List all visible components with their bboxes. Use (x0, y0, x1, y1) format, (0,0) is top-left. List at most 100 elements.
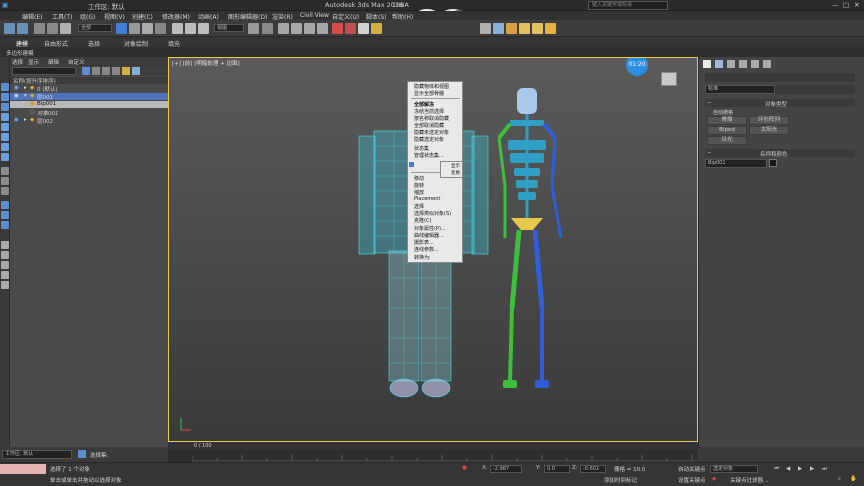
ctx-item[interactable]: 隐藏选定对象 (414, 136, 444, 143)
utilities-tab-icon[interactable] (763, 60, 771, 68)
add-to-layer-icon[interactable] (132, 67, 140, 75)
freeze-icon[interactable] (112, 67, 120, 75)
workspace-selector[interactable]: 工作区: 默认 (88, 1, 125, 11)
spinner-snap-icon[interactable] (317, 23, 328, 34)
modify-tab-icon[interactable] (715, 60, 723, 68)
ctx-item[interactable]: 克隆(C) (414, 217, 431, 224)
explorer-tab-display[interactable]: 显示 (28, 58, 39, 66)
ctx-item[interactable]: 全部解冻 (414, 101, 434, 108)
zoom-icon[interactable]: ⌕ (838, 476, 841, 483)
link-icon[interactable] (34, 23, 45, 34)
display-tool-icon[interactable] (1, 93, 9, 101)
camera-filter-icon[interactable] (1, 143, 9, 151)
explorer-column-header[interactable]: 名称(按升序排序) (10, 77, 168, 85)
expand-icon[interactable]: ▸ (24, 85, 27, 91)
key-filters-button[interactable]: 关键点过滤器... (730, 476, 768, 484)
schematic-view-icon[interactable] (493, 23, 504, 34)
app-logo-icon[interactable]: ▣ (2, 1, 8, 9)
rollout-name-color[interactable]: − 名称和颜色 (705, 149, 855, 158)
ctx-item[interactable]: 冻结当前选择 (414, 108, 444, 115)
select-all-icon[interactable] (1, 201, 9, 209)
biped-button[interactable]: Biped (707, 126, 747, 135)
explorer-find-field[interactable] (12, 67, 76, 75)
tree-row[interactable]: ◉ ▸ ◆ 层002 (10, 117, 168, 125)
set-key-icon[interactable]: ◆ (712, 476, 716, 482)
ctx-item[interactable]: 曲线编辑器... (414, 232, 444, 239)
ctx-item[interactable]: Placement (414, 196, 440, 202)
motion-tab-icon[interactable] (739, 60, 747, 68)
snaps-toggle-icon[interactable] (278, 23, 289, 34)
display-tab-icon[interactable] (751, 60, 759, 68)
rendered-frame-icon[interactable] (532, 23, 543, 34)
explorer-tab-edit[interactable]: 编辑 (48, 58, 59, 66)
create-tab-icon[interactable] (703, 60, 711, 68)
layer-explorer-toggle-icon[interactable] (78, 450, 86, 458)
selection-filter-dropdown[interactable]: 全部 (78, 24, 112, 32)
tree-row[interactable]: ◉ ▸ ◆ 0 (默认) (10, 85, 168, 93)
geometry-filter-icon[interactable] (1, 113, 9, 121)
object-color-swatch[interactable] (769, 159, 777, 167)
play-icon[interactable]: ▶ (798, 466, 802, 472)
ctx-item[interactable]: 移动 (414, 175, 424, 182)
new-layer-icon[interactable] (122, 67, 130, 75)
track-bar[interactable] (168, 450, 698, 462)
bind-space-warp-icon[interactable] (60, 23, 71, 34)
ctx-item[interactable]: 状态集 (414, 145, 429, 152)
ctx-item[interactable]: 隐藏未选定对象 (414, 129, 449, 136)
sort-icon[interactable] (1, 241, 9, 249)
reference-coordinate-dropdown[interactable]: 视图 (214, 24, 244, 32)
frame-counter[interactable]: 0 / 100 (194, 443, 212, 449)
hierarchy-icon[interactable] (1, 261, 9, 269)
light-filter-icon[interactable] (1, 133, 9, 141)
time-slider[interactable]: 0 / 100 (168, 442, 698, 450)
object-category-dropdown[interactable]: 标准 (705, 85, 775, 94)
go-to-start-icon[interactable]: ⏮ (774, 466, 779, 473)
expand-icon[interactable]: ▾ (24, 93, 27, 99)
window-crossing-icon[interactable] (155, 23, 166, 34)
minimize-icon[interactable]: — (832, 1, 839, 9)
workspace-dropdown[interactable]: 工作区: 默认 (2, 450, 72, 459)
pivot-center-icon[interactable] (248, 23, 259, 34)
object-name-field[interactable]: Bip001 (705, 159, 767, 168)
material-editor-icon[interactable] (506, 23, 517, 34)
sunlight-button[interactable]: 太阳光 (749, 126, 789, 135)
ctx-item[interactable]: 旋转 (414, 182, 424, 189)
select-tool-icon[interactable] (1, 83, 9, 91)
pan-icon[interactable]: ✋ (850, 476, 857, 482)
ctx-item[interactable]: 隐藏物体和视图 (414, 83, 449, 90)
render-production-icon[interactable] (545, 23, 556, 34)
maximize-icon[interactable]: □ (843, 1, 849, 9)
ctx-item[interactable]: 全部取消隐藏 (414, 122, 444, 129)
invert-selection-icon[interactable] (1, 221, 9, 229)
select-object-icon[interactable] (116, 23, 127, 34)
ctx-item[interactable]: 选择类似对象(S) (414, 210, 451, 217)
ctx-item[interactable]: 对象属性(P)... (414, 225, 446, 232)
hierarchy-tab-icon[interactable] (727, 60, 735, 68)
y-coordinate-field[interactable]: 0.0 (544, 465, 570, 473)
move-icon[interactable] (172, 23, 183, 34)
scale-icon[interactable] (198, 23, 209, 34)
percent-snap-icon[interactable] (304, 23, 315, 34)
curve-editor-icon[interactable] (480, 23, 491, 34)
ctx-item[interactable]: 显示全部骨骼 (414, 90, 444, 97)
rectangular-region-icon[interactable] (142, 23, 153, 34)
tree-row-selected[interactable]: ◉ ▾ ◆ 层001 (10, 93, 168, 101)
edit-named-selection-icon[interactable] (332, 23, 343, 34)
find-icon[interactable] (1, 251, 9, 259)
shape-filter-icon[interactable] (1, 123, 9, 131)
eye-icon[interactable]: ◉ (14, 85, 19, 91)
ribbon-panel-label[interactable]: 多边形建模 (6, 49, 34, 57)
lock-selection-icon[interactable]: ● (462, 465, 467, 471)
explorer-tab-select[interactable]: 选择 (12, 58, 23, 66)
undo-icon[interactable] (4, 23, 15, 34)
expand-icon[interactable]: ▸ (24, 117, 27, 123)
layer-tool-icon[interactable] (1, 103, 9, 111)
ring-array-button[interactable]: 环形阵列 (749, 116, 789, 125)
explorer-tab-customize[interactable]: 自定义 (68, 58, 85, 66)
ctx-item[interactable]: 转换为: (414, 254, 431, 261)
next-frame-icon[interactable]: ▶ (810, 466, 814, 472)
autogrid-checkbox[interactable]: 自动栅格 (713, 109, 733, 116)
add-time-tag[interactable]: 添加时间标记 (604, 476, 637, 484)
go-to-end-icon[interactable]: ⏭ (822, 466, 827, 473)
auto-key-label[interactable]: 自动关键点 (678, 465, 706, 473)
